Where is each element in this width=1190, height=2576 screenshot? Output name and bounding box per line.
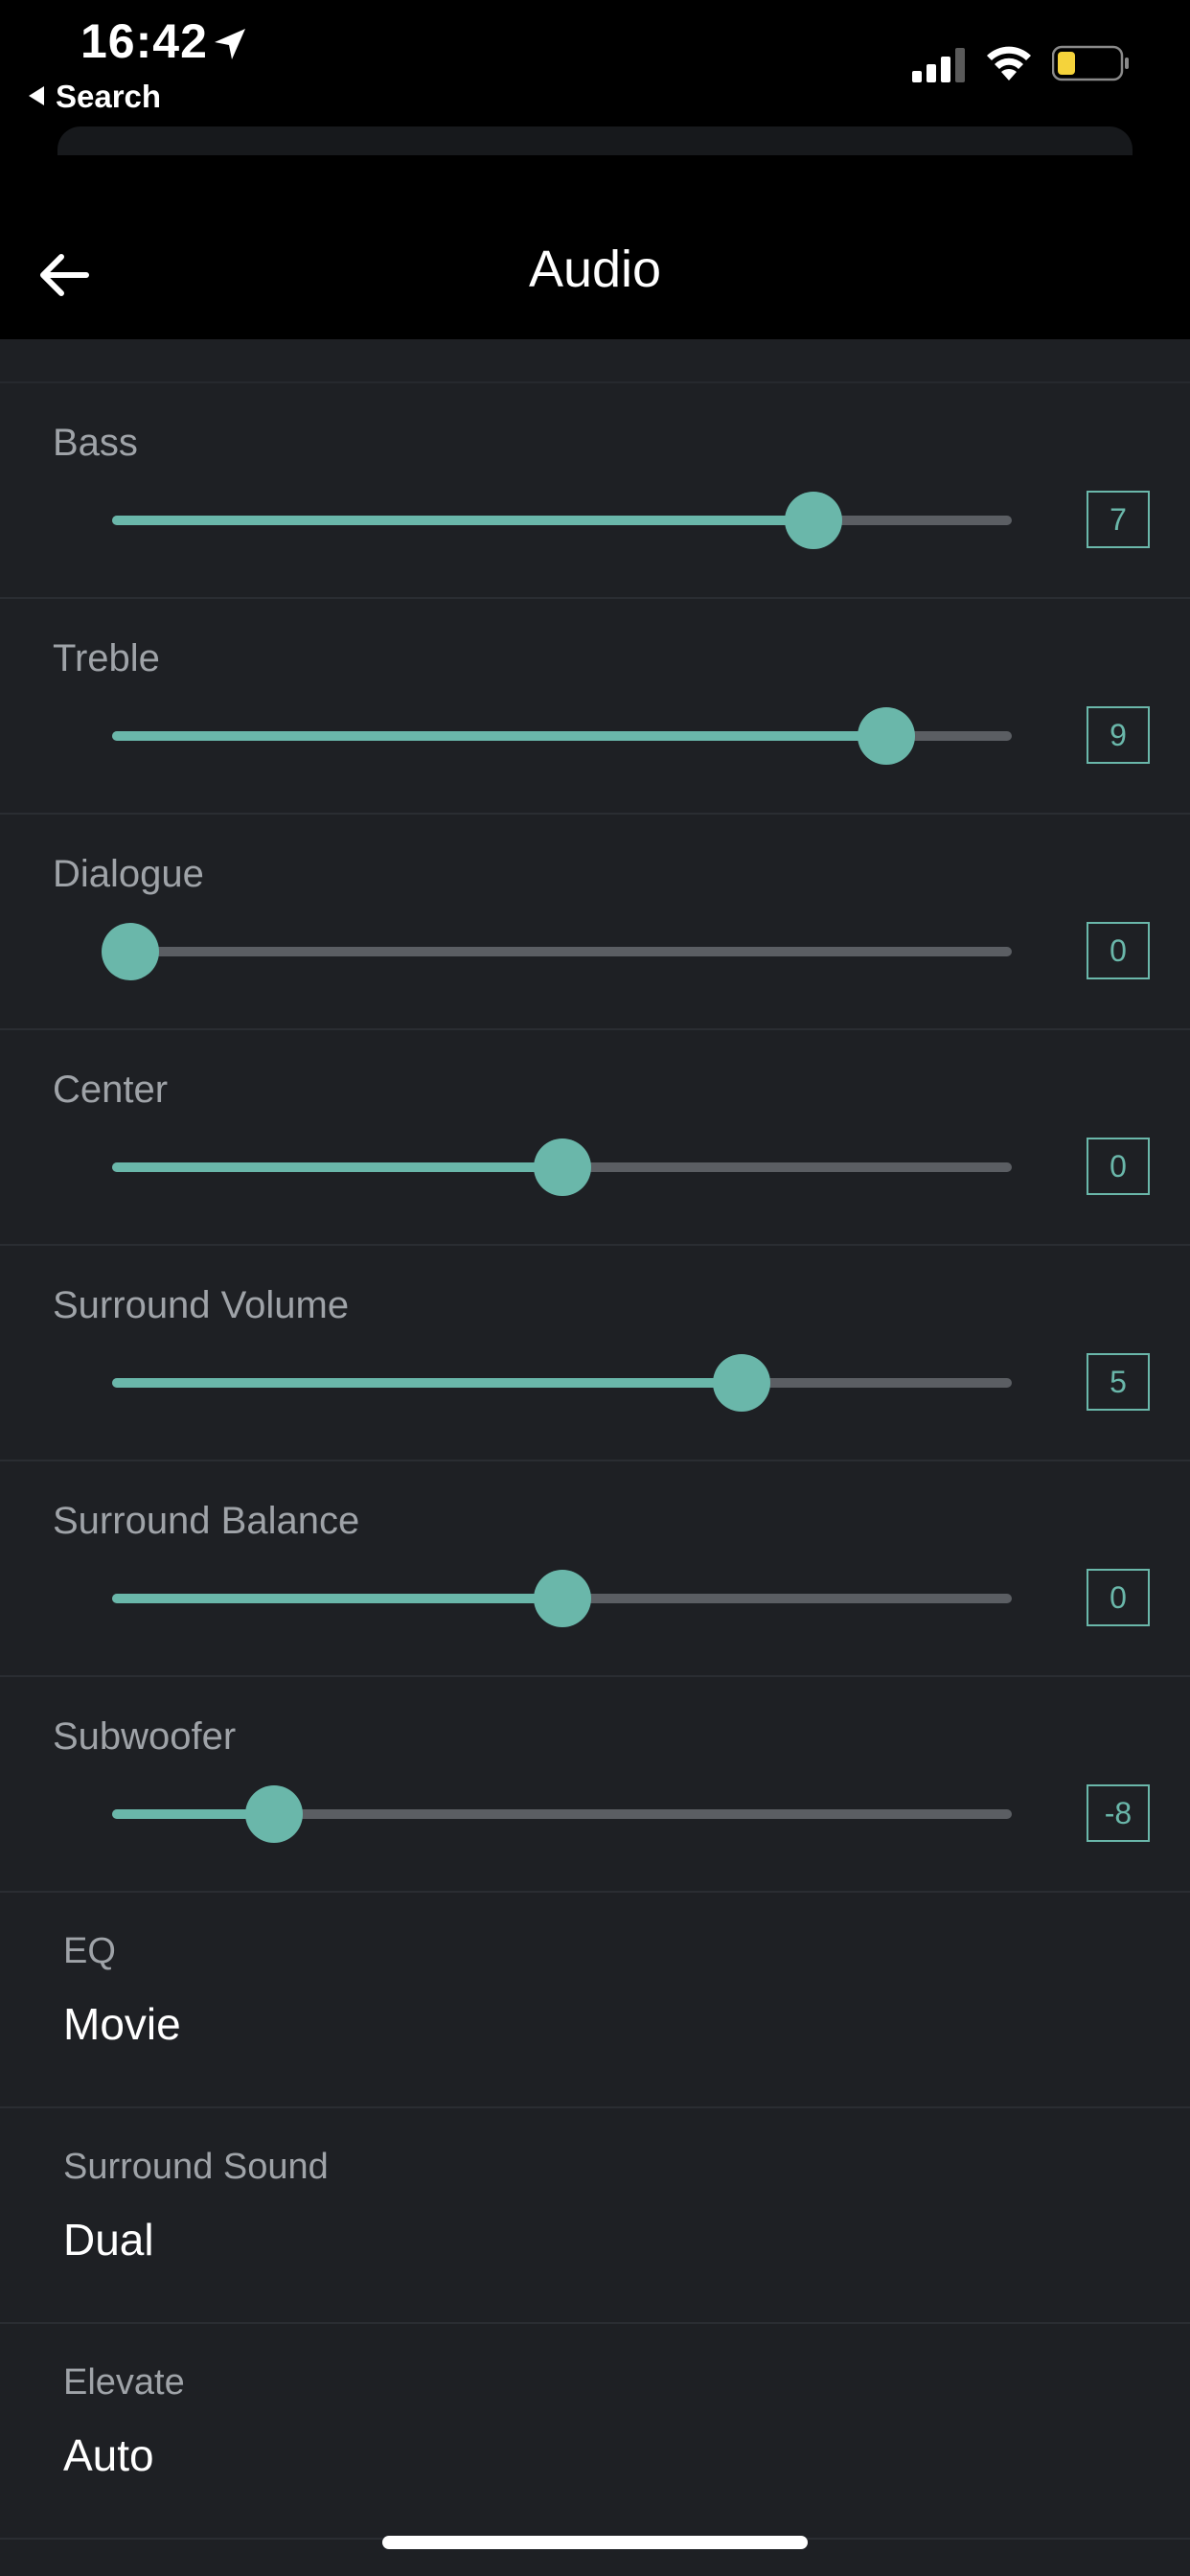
slider-label: Center bbox=[53, 1069, 169, 1111]
back-to-app-link[interactable]: Search bbox=[29, 79, 161, 115]
slider-thumb[interactable] bbox=[533, 1570, 591, 1627]
slider-label: Subwoofer bbox=[53, 1715, 237, 1758]
slider-thumb[interactable] bbox=[785, 492, 843, 549]
slider-fill bbox=[112, 516, 814, 525]
option-row[interactable]: Surround Sound Dual bbox=[0, 2108, 1190, 2324]
slider-thumb[interactable] bbox=[857, 707, 915, 765]
slider-row: Bass 7 bbox=[0, 383, 1190, 599]
option-label: Elevate bbox=[63, 2362, 185, 2403]
home-indicator bbox=[382, 2536, 808, 2549]
slider-thumb[interactable] bbox=[101, 923, 159, 980]
slider-track[interactable] bbox=[101, 923, 1012, 980]
slider-row: Dialogue 0 bbox=[0, 815, 1190, 1030]
slider-row: Center 0 bbox=[0, 1030, 1190, 1246]
sheet-grabber bbox=[57, 126, 1133, 155]
slider-value: -8 bbox=[1087, 1784, 1150, 1842]
option-value: Dual bbox=[63, 2215, 154, 2265]
slider-label: Surround Balance bbox=[53, 1500, 360, 1542]
slider-fill bbox=[112, 731, 886, 741]
slider-value: 9 bbox=[1087, 706, 1150, 764]
slider-track[interactable] bbox=[112, 1785, 1012, 1843]
status-time: 16:42 bbox=[80, 14, 208, 68]
page-title: Audio bbox=[528, 241, 662, 298]
slider-track[interactable] bbox=[112, 1570, 1012, 1627]
slider-thumb[interactable] bbox=[245, 1785, 304, 1843]
slider-track[interactable] bbox=[112, 492, 1012, 549]
slider-track[interactable] bbox=[112, 1138, 1012, 1196]
option-value: Movie bbox=[63, 1999, 181, 2049]
slider-track[interactable] bbox=[112, 1354, 1012, 1412]
slider-fill bbox=[112, 1378, 743, 1388]
slider-row: Treble 9 bbox=[0, 599, 1190, 815]
option-label: Surround Sound bbox=[63, 2147, 329, 2187]
slider-thumb[interactable] bbox=[533, 1138, 591, 1196]
cellular-signal-icon bbox=[912, 48, 965, 82]
slider-track[interactable] bbox=[112, 707, 1012, 765]
option-row[interactable]: Elevate Auto bbox=[0, 2324, 1190, 2540]
back-app-label: Search bbox=[56, 79, 162, 114]
slider-value: 5 bbox=[1087, 1353, 1150, 1411]
slider-fill bbox=[112, 1594, 562, 1603]
slider-row: Surround Volume 5 bbox=[0, 1246, 1190, 1461]
top-bar: 16:42 Search Audio bbox=[0, 0, 1190, 339]
option-value: Auto bbox=[63, 2430, 154, 2480]
slider-row: Surround Balance 0 bbox=[0, 1461, 1190, 1677]
slider-label: Bass bbox=[53, 422, 138, 464]
slider-fill bbox=[112, 1162, 562, 1172]
slider-value: 0 bbox=[1087, 922, 1150, 979]
slider-label: Treble bbox=[53, 637, 160, 679]
wifi-icon bbox=[987, 46, 1031, 80]
slider-thumb[interactable] bbox=[713, 1354, 771, 1412]
back-triangle-icon bbox=[29, 86, 44, 105]
battery-icon bbox=[1052, 45, 1129, 81]
slider-value: 0 bbox=[1087, 1138, 1150, 1195]
slider-value: 7 bbox=[1087, 491, 1150, 548]
option-label: EQ bbox=[63, 1931, 116, 1971]
slider-value: 0 bbox=[1087, 1569, 1150, 1626]
option-row[interactable]: EQ Movie bbox=[0, 1893, 1190, 2108]
location-arrow-icon bbox=[215, 29, 245, 59]
slider-label: Surround Volume bbox=[53, 1284, 350, 1326]
slider-row: Subwoofer -8 bbox=[0, 1677, 1190, 1893]
slider-label: Dialogue bbox=[53, 853, 204, 895]
